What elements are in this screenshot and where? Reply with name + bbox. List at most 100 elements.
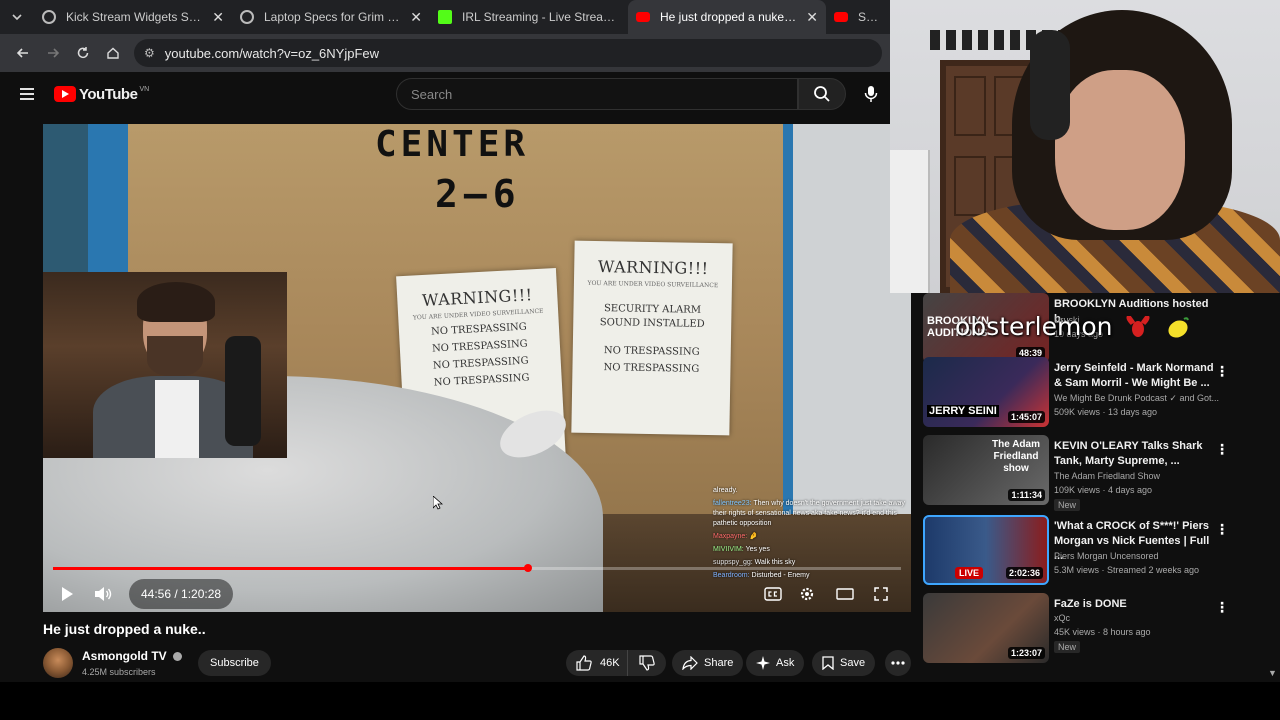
play-button[interactable] xyxy=(49,578,85,610)
subscribe-button[interactable]: Subscribe xyxy=(198,650,271,676)
video-thumbnail[interactable]: JERRY SEINI 1:45:07 xyxy=(923,357,1049,427)
scroll-down-arrow-icon[interactable]: ▼ xyxy=(1268,668,1280,680)
close-tab-icon[interactable]: ✕ xyxy=(410,9,422,26)
chat-text: 🤌 xyxy=(749,533,758,540)
progress-scrubber[interactable] xyxy=(523,564,532,572)
recommended-video[interactable]: LIVE 2:02:36 'What a CROCK of S***!' Pie… xyxy=(923,515,1263,589)
recommended-video[interactable]: 1:23:07 FaZe is DONE xQc 45K views · 8 h… xyxy=(923,593,1263,667)
streamer-name-overlay: obsterlemon xyxy=(955,312,1113,341)
share-button[interactable]: Share xyxy=(672,650,744,676)
more-vert-icon[interactable]: ⋮ xyxy=(1215,521,1229,538)
facecam-shirt xyxy=(155,380,199,458)
fullscreen-button[interactable] xyxy=(869,582,893,606)
recommended-title[interactable]: Jerry Seinfeld - Mark Normand & Sam Morr… xyxy=(1054,361,1214,391)
youtube-header: YouTube VN Search xyxy=(0,72,890,116)
video-thumbnail[interactable]: 1:23:07 xyxy=(923,593,1049,663)
back-button[interactable] xyxy=(8,38,38,68)
screen: Kick Stream Widgets Setup ✕ Laptop Specs… xyxy=(0,0,1280,720)
recommended-channel-suffix: and Got... xyxy=(1179,393,1219,403)
webcam-headset xyxy=(1030,30,1070,140)
save-button[interactable]: Save xyxy=(812,650,876,676)
recommended-channel[interactable]: The Adam Friedland Show xyxy=(1054,471,1160,481)
url-field[interactable]: ⚙ youtube.com/watch?v=oz_6NYjpFew xyxy=(134,39,882,67)
settings-button[interactable] xyxy=(795,582,819,606)
video-duration: 2:02:36 xyxy=(1005,567,1043,579)
share-label: Share xyxy=(704,657,734,669)
youtube-logo[interactable]: YouTube VN xyxy=(54,86,149,103)
paper-alarm-text: SECURITY ALARM SOUND INSTALLED xyxy=(599,303,705,330)
theater-mode-button[interactable] xyxy=(833,582,857,606)
warning-paper: WARNING!!! YOU ARE UNDER VIDEO SURVEILLA… xyxy=(571,240,733,436)
verified-icon xyxy=(172,651,182,661)
video-duration: 1:23:07 xyxy=(1007,647,1045,659)
bookmark-icon xyxy=(822,656,834,670)
home-button[interactable] xyxy=(98,38,128,68)
like-dislike-group: 46K xyxy=(566,650,666,676)
thumbs-up-icon xyxy=(576,655,592,671)
theater-icon xyxy=(836,588,854,600)
sparkle-icon xyxy=(756,656,770,670)
tab-title: IRL Streaming - Live Streams o xyxy=(462,10,620,24)
video-thumbnail[interactable]: The Adam Friedland show 1:11:34 xyxy=(923,435,1049,505)
globe-icon xyxy=(42,10,56,24)
browser-tab[interactable]: SomeOr xyxy=(826,0,890,34)
captions-button[interactable] xyxy=(761,582,785,606)
browser-tab-active[interactable]: He just dropped a nuke.. - YouT ✕ xyxy=(628,0,826,34)
browser-tab[interactable]: IRL Streaming - Live Streams o xyxy=(430,0,628,34)
more-vert-icon[interactable]: ⋮ xyxy=(1215,441,1229,458)
search-button[interactable] xyxy=(798,78,846,110)
chat-message: fallentree23: Then why doesn't the gover… xyxy=(713,499,911,529)
recommended-channel[interactable]: xQc xyxy=(1054,613,1070,623)
channel-name[interactable]: Asmongold TV xyxy=(82,649,167,663)
channel-name-row[interactable]: Asmongold TV xyxy=(82,649,182,663)
video-duration: 1:11:34 xyxy=(1008,489,1045,501)
reload-button[interactable] xyxy=(68,38,98,68)
door-sign-number: 2—6 xyxy=(435,172,522,216)
channel-avatar[interactable] xyxy=(43,648,73,678)
chat-text: Yes yes xyxy=(745,546,770,553)
recommended-video[interactable]: JERRY SEINI 1:45:07 Jerry Seinfeld - Mar… xyxy=(923,357,1263,431)
video-player[interactable]: CENTER 2—6 WARNING!!! YOU ARE UNDER VIDE… xyxy=(43,124,911,612)
site-info-icon[interactable]: ⚙ xyxy=(144,46,155,60)
more-actions-button[interactable] xyxy=(885,650,911,676)
like-button[interactable]: 46K xyxy=(566,650,628,676)
recommended-channel[interactable]: We Might Be Drunk Podcast xyxy=(1054,393,1167,403)
recommended-channel-row[interactable]: We Might Be Drunk Podcast ✓ and Got... xyxy=(1054,393,1219,404)
tab-title: SomeOr xyxy=(858,10,882,24)
thumbnail-text: JERRY SEINI xyxy=(927,405,999,417)
recommended-title[interactable]: FaZe is DONE xyxy=(1054,597,1214,612)
reload-icon xyxy=(77,47,89,59)
player-controls: 44:56 / 1:20:28 xyxy=(43,576,911,612)
dislike-button[interactable] xyxy=(628,650,666,676)
forward-button[interactable] xyxy=(38,38,68,68)
recommended-channel[interactable]: Piers Morgan Uncensored xyxy=(1054,551,1159,561)
volume-button[interactable] xyxy=(85,578,121,610)
paper-line: NO TRESPASSING xyxy=(603,362,700,375)
video-progress-bar[interactable] xyxy=(53,564,901,572)
mouse-cursor-icon xyxy=(433,496,443,510)
kick-icon xyxy=(438,10,452,24)
region-code: VN xyxy=(139,85,150,93)
browser-tab[interactable]: Kick Stream Widgets Setup ✕ xyxy=(34,0,232,34)
youtube-icon xyxy=(834,12,848,22)
paper-line: NO TRESPASSING xyxy=(603,345,700,358)
bottom-black-strip xyxy=(0,682,1280,720)
voice-search-button[interactable] xyxy=(862,85,880,103)
close-tab-icon[interactable]: ✕ xyxy=(212,9,224,26)
ask-button[interactable]: Ask xyxy=(746,650,805,676)
more-vert-icon[interactable]: ⋮ xyxy=(1215,363,1229,380)
browser-tab[interactable]: Laptop Specs for Grim Dawn ✕ xyxy=(232,0,430,34)
recommended-video[interactable]: The Adam Friedland show 1:11:34 KEVIN O'… xyxy=(923,435,1263,511)
fullscreen-icon xyxy=(874,587,888,601)
webcam-shelf xyxy=(890,150,930,293)
menu-icon[interactable] xyxy=(0,87,54,101)
recommended-title[interactable]: KEVIN O'LEARY Talks Shark Tank, Marty Su… xyxy=(1054,439,1214,469)
tab-search-dropdown[interactable] xyxy=(0,0,34,34)
webcam-face xyxy=(1055,70,1185,230)
chat-message: MIVIIVIM: Yes yes xyxy=(713,545,911,555)
video-thumbnail[interactable]: LIVE 2:02:36 xyxy=(923,515,1049,585)
chat-message: already. xyxy=(713,486,911,496)
search-input[interactable]: Search xyxy=(396,78,798,110)
close-tab-icon[interactable]: ✕ xyxy=(806,9,818,26)
more-vert-icon[interactable]: ⋮ xyxy=(1215,599,1229,616)
